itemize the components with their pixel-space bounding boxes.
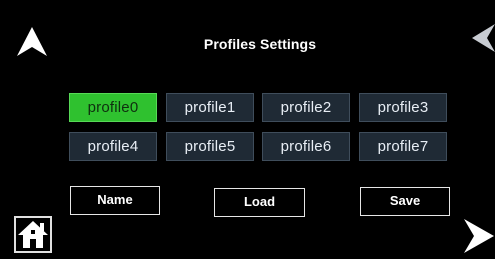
save-button[interactable]: Save — [360, 187, 450, 216]
name-button[interactable]: Name — [70, 186, 160, 215]
profile-button-3[interactable]: profile3 — [359, 93, 447, 122]
profile-button-4[interactable]: profile4 — [69, 132, 157, 161]
profile-grid: profile0 profile1 profile2 profile3 prof… — [69, 93, 453, 161]
arrow-up-icon[interactable] — [16, 26, 48, 58]
profiles-settings-screen: Profiles Settings profile0 profile1 prof… — [0, 0, 495, 257]
profile-button-0[interactable]: profile0 — [69, 93, 157, 122]
arrow-right-icon[interactable] — [462, 218, 495, 254]
chevron-left-icon[interactable] — [472, 24, 495, 52]
profile-button-2[interactable]: profile2 — [262, 93, 350, 122]
profile-button-1[interactable]: profile1 — [166, 93, 254, 122]
load-button[interactable]: Load — [214, 188, 305, 217]
home-button[interactable] — [14, 216, 52, 253]
profile-button-5[interactable]: profile5 — [166, 132, 254, 161]
page-title: Profiles Settings — [203, 36, 317, 52]
profile-button-6[interactable]: profile6 — [262, 132, 350, 161]
profile-button-7[interactable]: profile7 — [359, 132, 447, 161]
home-icon — [16, 218, 50, 251]
